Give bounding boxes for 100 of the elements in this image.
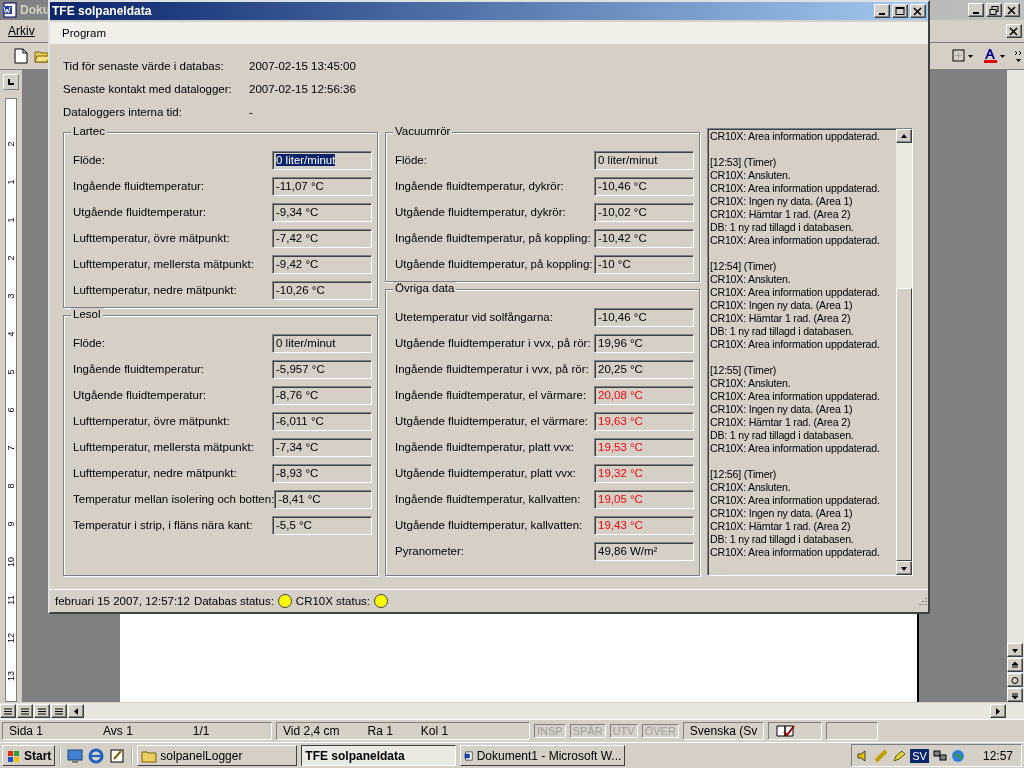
taskbar-button[interactable]: solpanelLogger [137, 745, 298, 766]
value-field[interactable]: -10,46 °C [594, 176, 694, 196]
menu-item[interactable]: Program [62, 27, 107, 39]
value-field[interactable]: -5,5 °C [272, 515, 372, 535]
value-field[interactable]: -5,957 °C [272, 359, 372, 379]
new-document-icon[interactable] [14, 48, 28, 64]
value-field[interactable]: -10 °C [594, 254, 694, 274]
log-line: CR10X: Area information uppdaterad. [710, 130, 881, 143]
field-label: Ingående fluidtemperatur: [73, 363, 205, 375]
value-field[interactable]: -7,42 °C [272, 228, 372, 248]
log-line: CR10X: Area information uppdaterad. [710, 338, 881, 351]
value-field[interactable]: 0 liter/minut [272, 333, 372, 353]
scroll-thumb[interactable] [896, 288, 912, 561]
value-field[interactable]: -9,34 °C [272, 202, 372, 222]
group-title: Lesol [71, 308, 103, 320]
value-field[interactable]: -6,011 °C [272, 411, 372, 431]
field-label: Utgående fluidtemperatur, kallvatten: [395, 519, 583, 531]
start-button[interactable]: Start [2, 745, 56, 766]
log-line: CR10X: Ansluten. [710, 273, 792, 286]
log-line: CR10X: Ansluten. [710, 481, 792, 494]
close-icon [1009, 26, 1019, 36]
value-field[interactable]: 0 liter/minut [594, 150, 694, 170]
normal-view-icon[interactable] [3, 706, 13, 716]
scroll-left-icon[interactable] [71, 706, 81, 716]
taskbar-button[interactable]: TFE solpaneldata [301, 745, 457, 766]
horizontal-scrollbar[interactable] [0, 702, 1024, 719]
network-icon[interactable] [932, 748, 947, 763]
close-icon [913, 6, 923, 16]
browse-object-icon[interactable] [1010, 675, 1020, 685]
ruler-number: 1 [6, 217, 16, 223]
value-field[interactable]: 49,86 W/m² [594, 541, 694, 561]
close-button[interactable] [910, 4, 926, 18]
group-title: Övriga data [393, 282, 457, 294]
field-label: Temperatur i strip, i fläns nära kant: [73, 519, 253, 531]
field-label: Flöde: [73, 154, 105, 166]
previous-page-icon[interactable] [1010, 660, 1020, 670]
log-scrollbar[interactable] [896, 129, 912, 575]
tab-selector[interactable] [3, 74, 19, 90]
value-field[interactable]: 20,25 °C [594, 359, 694, 379]
log-line: CR10X: Ansluten. [710, 169, 792, 182]
log-line: CR10X: Ingen ny data. (Area 1) [710, 507, 854, 520]
field-label: Temperatur mellan isolering och botten: [73, 493, 275, 505]
restore-button[interactable] [986, 3, 1002, 17]
toolbar-options-icon[interactable] [1014, 49, 1024, 63]
field-label: Ingående fluidtemperatur, platt vvx: [395, 441, 574, 453]
ruler-number: 1 [6, 179, 16, 185]
language-indicator: Svenska (Sv [689, 724, 758, 738]
field-label: Lufttemperatur, övre mätpunkt: [73, 415, 230, 427]
value-field[interactable]: -9,42 °C [272, 254, 372, 274]
info-label: Dataloggers interna tid: [63, 106, 183, 120]
minimize-icon [879, 13, 885, 15]
maximize-button[interactable] [892, 4, 908, 18]
window-title: TFE solpaneldata [52, 4, 153, 18]
field-label: Utgående fluidtemperatur i vvx, på rör: [395, 337, 591, 349]
vertical-scrollbar[interactable] [1007, 70, 1024, 702]
windows-logo-icon [6, 748, 22, 763]
value-field[interactable]: -10,46 °C [594, 307, 694, 327]
value-field[interactable]: -8,41 °C [274, 489, 372, 509]
close-button[interactable] [1004, 3, 1020, 17]
browser-icon[interactable] [88, 747, 105, 764]
scroll-right-icon[interactable] [993, 706, 1003, 716]
menu-item[interactable]: Arkiv [4, 24, 39, 38]
log-line: CR10X: Ingen ny data. (Area 1) [710, 403, 854, 416]
status-datetime: februari 15 2007, 12:57:12 [55, 595, 190, 607]
minimize-button[interactable] [874, 4, 890, 18]
field-label: Lufttemperatur, övre mätpunkt: [73, 232, 230, 244]
close-button[interactable] [1006, 24, 1022, 38]
value-field[interactable]: -10,26 °C [272, 280, 372, 300]
font-color-icon[interactable] [982, 48, 1008, 64]
info-value: - [249, 106, 254, 120]
log-line: [12:53] (Timer) [710, 156, 778, 169]
status-text: Vid 2,4 cm [283, 724, 340, 738]
field-label: Flöde: [395, 154, 427, 166]
value-field[interactable]: -7,34 °C [272, 437, 372, 457]
outline-view-icon[interactable] [54, 706, 64, 716]
info-label: Senaste kontakt med datalogger: [63, 83, 233, 97]
log-line: DB: 1 ny rad tillagd i databasen. [710, 325, 855, 338]
value-field[interactable]: 19,96 °C [594, 333, 694, 353]
taskbar-button[interactable]: Dokument1 - Microsoft W... [460, 745, 626, 766]
ruler-number: 3 [6, 293, 16, 299]
border-grid-icon[interactable] [952, 49, 976, 63]
value-field[interactable]: -11,07 °C [272, 176, 372, 196]
notepad-icon[interactable] [109, 747, 126, 764]
page-view-icon[interactable] [37, 706, 47, 716]
value-field[interactable]: -10,02 °C [594, 202, 694, 222]
language-indicator[interactable]: SV [910, 748, 929, 763]
ruler-number: 12 [6, 633, 16, 643]
log-line: [12:55] (Timer) [710, 364, 778, 377]
minimize-button[interactable] [968, 3, 984, 17]
log-line: [12:54] (Timer) [710, 260, 778, 273]
web-view-icon[interactable] [20, 706, 30, 716]
pencil-icon[interactable] [892, 748, 907, 763]
field-label: Utgående fluidtemperatur: [73, 206, 206, 218]
next-page-icon[interactable] [1010, 690, 1020, 700]
field-label: Ingående fluidtemperatur, kallvatten: [395, 493, 581, 505]
value-field[interactable]: -8,93 °C [272, 463, 372, 483]
info-value: 2007-02-15 13:45:00 [249, 60, 357, 74]
value-field[interactable]: -10,42 °C [594, 228, 694, 248]
value-field[interactable]: -8,76 °C [272, 385, 372, 405]
desktop-icon[interactable] [67, 747, 84, 764]
